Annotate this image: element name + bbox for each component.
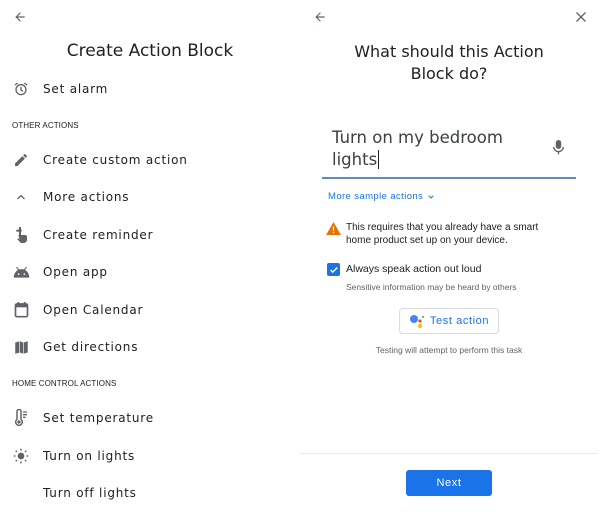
action-open-app[interactable]: Open app xyxy=(0,254,290,290)
back-arrow-icon[interactable] xyxy=(310,7,330,27)
map-icon xyxy=(11,337,31,357)
warning-icon xyxy=(326,222,341,235)
warning-line: This requires that you already have a sm… xyxy=(346,222,539,233)
input-text: lights xyxy=(332,150,378,169)
text-cursor xyxy=(378,150,380,169)
link-label: More sample actions xyxy=(328,191,424,202)
sun-icon xyxy=(11,446,31,466)
reminder-hand-icon xyxy=(11,225,31,245)
action-create-custom[interactable]: Create custom action xyxy=(0,142,290,178)
chevron-up-icon xyxy=(11,187,31,207)
checkmark-icon xyxy=(329,266,338,273)
speak-aloud-checkbox[interactable] xyxy=(327,263,340,276)
moon-icon xyxy=(11,483,31,503)
action-set-alarm[interactable]: Set alarm xyxy=(0,71,290,107)
next-button[interactable]: Next xyxy=(406,470,492,496)
android-icon xyxy=(11,262,31,282)
microphone-icon[interactable] xyxy=(550,138,566,156)
section-header-other-actions: OTHER ACTIONS xyxy=(12,121,79,130)
divider xyxy=(300,453,598,454)
warning-line: home product set up on your device. xyxy=(346,235,508,246)
action-input[interactable]: Turn on my bedroom lights xyxy=(322,126,576,179)
section-header-home-control: HOME CONTROL ACTIONS xyxy=(12,379,117,388)
test-action-button[interactable]: Test action xyxy=(399,308,499,334)
action-more-actions[interactable]: More actions xyxy=(0,179,290,215)
action-turn-on-lights[interactable]: Turn on lights xyxy=(0,438,290,474)
page-title: Create Action Block xyxy=(66,41,234,61)
title-line: What should this Action xyxy=(354,42,544,61)
google-assistant-icon xyxy=(409,315,424,328)
thermometer-icon xyxy=(11,408,31,428)
alarm-icon xyxy=(11,79,31,99)
more-sample-actions-link[interactable]: More sample actions xyxy=(328,191,435,202)
checkbox-label[interactable]: Always speak action out loud xyxy=(346,263,481,275)
action-open-calendar[interactable]: Open Calendar xyxy=(0,292,290,328)
title-line: Block do? xyxy=(410,64,488,83)
back-arrow-icon[interactable] xyxy=(10,7,30,27)
pencil-icon xyxy=(11,150,31,170)
action-create-reminder[interactable]: Create reminder xyxy=(0,217,290,253)
action-turn-off-lights[interactable]: Turn off lights xyxy=(0,475,290,511)
button-label: Next xyxy=(436,477,462,489)
input-text: Turn on my bedroom xyxy=(332,128,503,147)
dialog-title: What should this Action Block do? xyxy=(300,41,598,85)
checkbox-subtext: Sensitive information may be heard by ot… xyxy=(346,282,517,292)
test-note: Testing will attempt to perform this tas… xyxy=(375,345,523,355)
chevron-down-icon xyxy=(428,194,434,199)
action-get-directions[interactable]: Get directions xyxy=(0,329,290,365)
button-label: Test action xyxy=(429,315,490,327)
close-icon[interactable] xyxy=(571,7,591,27)
warning-text: This requires that you already have a sm… xyxy=(346,221,538,247)
action-set-temperature[interactable]: Set temperature xyxy=(0,400,290,436)
calendar-icon xyxy=(11,300,31,320)
